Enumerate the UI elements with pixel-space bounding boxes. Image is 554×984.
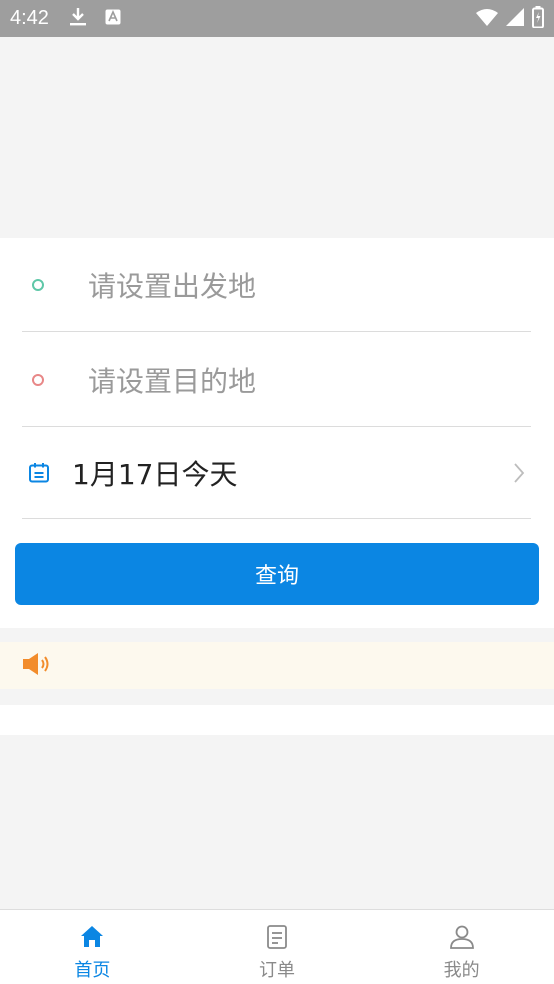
wifi-icon — [476, 8, 498, 30]
chevron-right-icon — [513, 462, 525, 484]
tab-orders-label: 订单 — [259, 960, 295, 981]
user-icon — [449, 924, 475, 954]
order-icon — [264, 924, 290, 954]
origin-placeholder: 请设置出发地 — [88, 269, 257, 303]
status-time: 4:42 — [10, 7, 49, 29]
keyboard-a-icon — [105, 9, 121, 29]
date-picker-row[interactable]: 1月17日今天 — [22, 427, 531, 519]
tab-orders[interactable]: 订单 — [185, 910, 370, 984]
destination-placeholder: 请设置目的地 — [88, 364, 257, 398]
tab-home[interactable]: 首页 — [0, 910, 185, 984]
content-strip — [0, 705, 554, 735]
signal-icon — [506, 7, 524, 30]
origin-field[interactable]: 请设置出发地 — [22, 238, 531, 332]
date-text: 1月17日今天 — [72, 457, 238, 491]
home-icon — [79, 924, 105, 954]
tab-home-label: 首页 — [74, 960, 111, 981]
query-button[interactable]: 查询 — [15, 543, 539, 605]
destination-dot-icon — [32, 373, 44, 386]
bottom-tab-bar: 首页 订单 我的 — [0, 909, 554, 984]
destination-field[interactable]: 请设置目的地 — [22, 333, 531, 427]
tab-profile-label: 我的 — [443, 960, 480, 981]
notice-bar[interactable] — [0, 642, 554, 689]
origin-dot-icon — [32, 278, 44, 291]
speaker-icon — [22, 651, 52, 681]
battery-icon — [532, 5, 544, 32]
download-icon — [69, 7, 87, 31]
search-form: 请设置出发地 请设置目的地 1月17日今天 查询 — [0, 238, 554, 628]
status-bar: 4:42 — [0, 0, 554, 37]
calendar-icon — [28, 462, 50, 484]
tab-profile[interactable]: 我的 — [369, 910, 554, 984]
banner-area — [0, 37, 554, 238]
